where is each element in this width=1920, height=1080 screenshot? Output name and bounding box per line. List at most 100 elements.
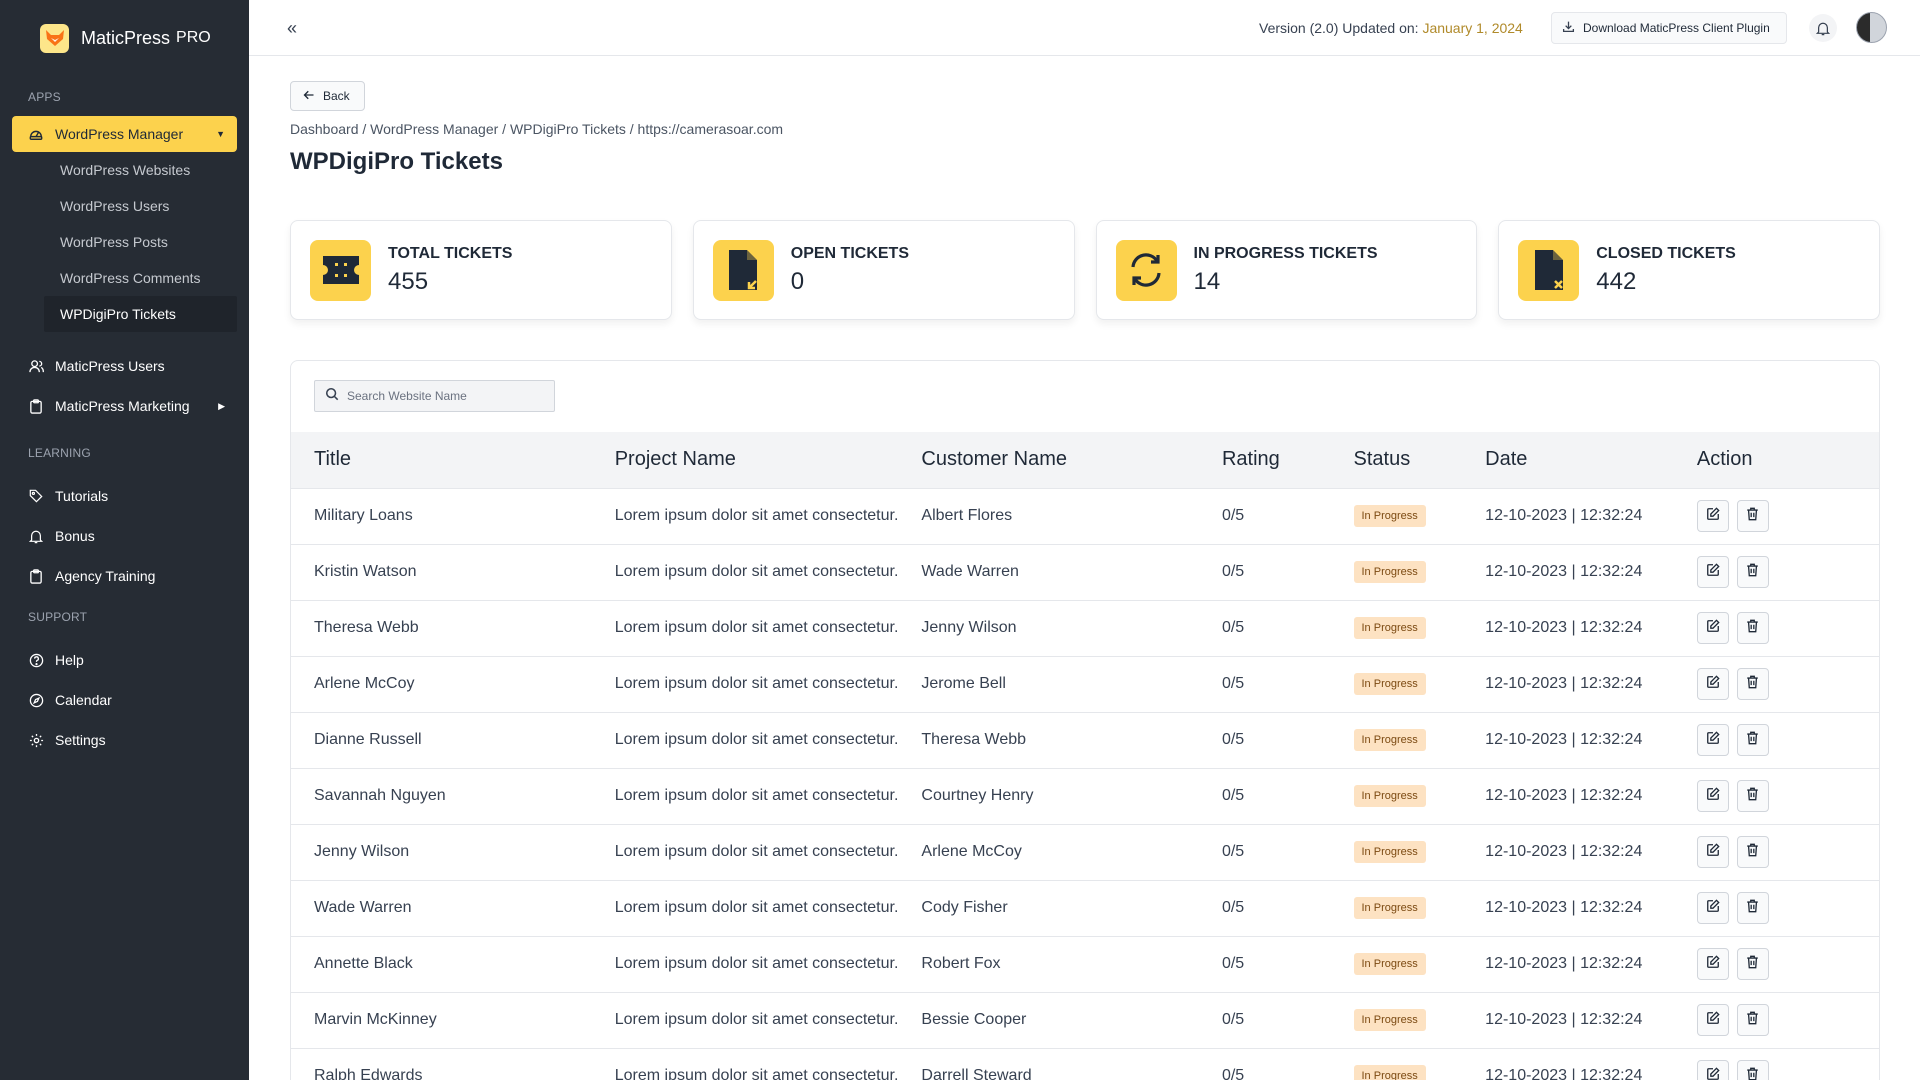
- delete-button[interactable]: [1736, 724, 1769, 756]
- table-row[interactable]: Savannah Nguyen Lorem ipsum dolor sit ame…: [291, 768, 1879, 824]
- cell-project: Lorem ipsum dolor sit amet consectetur.: [614, 1067, 899, 1080]
- help-circle-icon: [28, 652, 44, 668]
- table-row[interactable]: Kristin Watson Lorem ipsum dolor sit amet…: [291, 544, 1879, 600]
- table-row[interactable]: Dianne Russell Lorem ipsum dolor sit amet…: [291, 712, 1879, 768]
- cell-title: Wade Warren: [314, 899, 412, 916]
- status-badge: In Progress: [1353, 841, 1426, 863]
- sidebar-sub-wpdigipro-tickets[interactable]: WPDigiPro Tickets: [44, 296, 237, 332]
- edit-button[interactable]: [1696, 780, 1729, 812]
- edit-button[interactable]: [1696, 1004, 1729, 1036]
- delete-button[interactable]: [1736, 1060, 1769, 1080]
- cell-project: Lorem ipsum dolor sit amet consectetur.: [614, 899, 899, 916]
- collapse-sidebar-icon[interactable]: «: [287, 18, 297, 39]
- cell-action: [1674, 488, 1879, 544]
- sidebar-item-wordpress-manager[interactable]: WordPress Manager ▼: [12, 116, 237, 152]
- cell-date: 12-10-2023 | 12:32:24: [1485, 899, 1643, 916]
- stat-label: TOTAL TICKETS: [388, 244, 513, 262]
- delete-button[interactable]: [1736, 948, 1769, 980]
- cell-title: Arlene McCoy: [314, 675, 415, 692]
- edit-button[interactable]: [1696, 556, 1729, 588]
- sidebar-item-help[interactable]: Help: [12, 640, 237, 680]
- sidebar-item-calendar[interactable]: Calendar: [12, 680, 237, 720]
- cell-date: 12-10-2023 | 12:32:24: [1485, 787, 1643, 804]
- edit-button[interactable]: [1696, 892, 1729, 924]
- clipboard-icon: [28, 398, 44, 414]
- delete-button[interactable]: [1736, 668, 1769, 700]
- download-plugin-button[interactable]: Download MaticPress Client Plugin: [1551, 12, 1787, 44]
- cell-date: 12-10-2023 | 12:32:24: [1485, 731, 1643, 748]
- sidebar-sub-wordpress-comments[interactable]: WordPress Comments: [0, 260, 249, 296]
- sidebar-item-label: WordPress Manager: [55, 126, 184, 142]
- table-row[interactable]: Theresa Webb Lorem ipsum dolor sit amet c…: [291, 600, 1879, 656]
- delete-button[interactable]: [1736, 556, 1769, 588]
- trash-icon: [1746, 731, 1759, 750]
- edit-button[interactable]: [1696, 836, 1729, 868]
- table-row[interactable]: Ralph Edwards Lorem ipsum dolor sit amet …: [291, 1048, 1879, 1080]
- version-info: Version (2.0) Updated on: January 1, 202…: [1259, 20, 1523, 36]
- sidebar-item-agency-training[interactable]: Agency Training: [12, 556, 237, 596]
- column-header-status[interactable]: Status: [1331, 432, 1463, 488]
- status-badge: In Progress: [1353, 953, 1426, 975]
- column-header-date[interactable]: Date: [1462, 432, 1674, 488]
- breadcrumb[interactable]: Dashboard / WordPress Manager / WPDigiPr…: [290, 121, 783, 137]
- avatar[interactable]: [1856, 12, 1887, 43]
- notification-bell-icon[interactable]: [1809, 14, 1837, 42]
- cell-customer: Wade Warren: [921, 563, 1019, 580]
- trash-icon: [1746, 507, 1759, 526]
- edit-button[interactable]: [1696, 500, 1729, 532]
- status-badge: In Progress: [1353, 785, 1426, 807]
- column-header-title[interactable]: Title: [291, 432, 592, 488]
- table-row[interactable]: Annette Black Lorem ipsum dolor sit amet …: [291, 936, 1879, 992]
- edit-button[interactable]: [1696, 668, 1729, 700]
- cell-status: In Progress: [1331, 1048, 1463, 1080]
- tickets-table: Title Project Name Customer Name Rating …: [291, 432, 1879, 1080]
- delete-button[interactable]: [1736, 836, 1769, 868]
- cell-rating: 0/5: [1221, 1067, 1245, 1080]
- sidebar-sub-wordpress-users[interactable]: WordPress Users: [0, 188, 249, 224]
- edit-button[interactable]: [1696, 948, 1729, 980]
- sidebar-item-bonus[interactable]: Bonus: [12, 516, 237, 556]
- sidebar-item-settings[interactable]: Settings: [12, 720, 237, 760]
- table-row[interactable]: Jenny Wilson Lorem ipsum dolor sit amet c…: [291, 824, 1879, 880]
- delete-button[interactable]: [1736, 500, 1769, 532]
- gauge-icon: [28, 126, 44, 142]
- sidebar-item-label: MaticPress Users: [55, 358, 165, 374]
- edit-button[interactable]: [1696, 724, 1729, 756]
- cell-project: Lorem ipsum dolor sit amet consectetur.: [614, 563, 899, 580]
- search-box[interactable]: [314, 380, 555, 412]
- brand[interactable]: MaticPress PRO: [0, 0, 249, 76]
- delete-button[interactable]: [1736, 612, 1769, 644]
- gear-icon: [28, 732, 44, 748]
- edit-icon: [1706, 898, 1720, 918]
- stat-value: 14: [1193, 267, 1221, 295]
- search-input[interactable]: [347, 389, 547, 403]
- delete-button[interactable]: [1736, 892, 1769, 924]
- table-row[interactable]: Marvin McKinney Lorem ipsum dolor sit ame…: [291, 992, 1879, 1048]
- column-header-customer[interactable]: Customer Name: [898, 432, 1199, 488]
- cell-customer: Bessie Cooper: [921, 1011, 1027, 1028]
- sidebar-sub-wordpress-websites[interactable]: WordPress Websites: [0, 152, 249, 188]
- column-header-rating[interactable]: Rating: [1199, 432, 1331, 488]
- brand-suffix: PRO: [176, 29, 211, 46]
- cell-customer: Albert Flores: [921, 507, 1013, 524]
- cell-date: 12-10-2023 | 12:32:24: [1485, 1011, 1643, 1028]
- table-row[interactable]: Wade Warren Lorem ipsum dolor sit amet co…: [291, 880, 1879, 936]
- back-button[interactable]: Back: [290, 81, 365, 111]
- edit-icon: [1706, 842, 1720, 862]
- sidebar-sub-wordpress-posts[interactable]: WordPress Posts: [0, 224, 249, 260]
- sidebar-item-maticpress-marketing[interactable]: MaticPress Marketing ▶: [12, 386, 237, 426]
- edit-button[interactable]: [1696, 612, 1729, 644]
- column-header-project[interactable]: Project Name: [592, 432, 899, 488]
- edit-icon: [1706, 954, 1720, 974]
- delete-button[interactable]: [1736, 780, 1769, 812]
- cell-date: 12-10-2023 | 12:32:24: [1485, 619, 1643, 636]
- delete-button[interactable]: [1736, 1004, 1769, 1036]
- sidebar-item-tutorials[interactable]: Tutorials: [12, 476, 237, 516]
- table-row[interactable]: Arlene McCoy Lorem ipsum dolor sit amet c…: [291, 656, 1879, 712]
- stat-label: IN PROGRESS TICKETS: [1193, 244, 1378, 262]
- edit-button[interactable]: [1696, 1060, 1729, 1080]
- table-row[interactable]: Military Loans Lorem ipsum dolor sit amet…: [291, 488, 1879, 544]
- cell-date: 12-10-2023 | 12:32:24: [1485, 955, 1643, 972]
- caret-down-icon: ▼: [216, 129, 225, 139]
- sidebar-item-maticpress-users[interactable]: MaticPress Users: [12, 346, 237, 386]
